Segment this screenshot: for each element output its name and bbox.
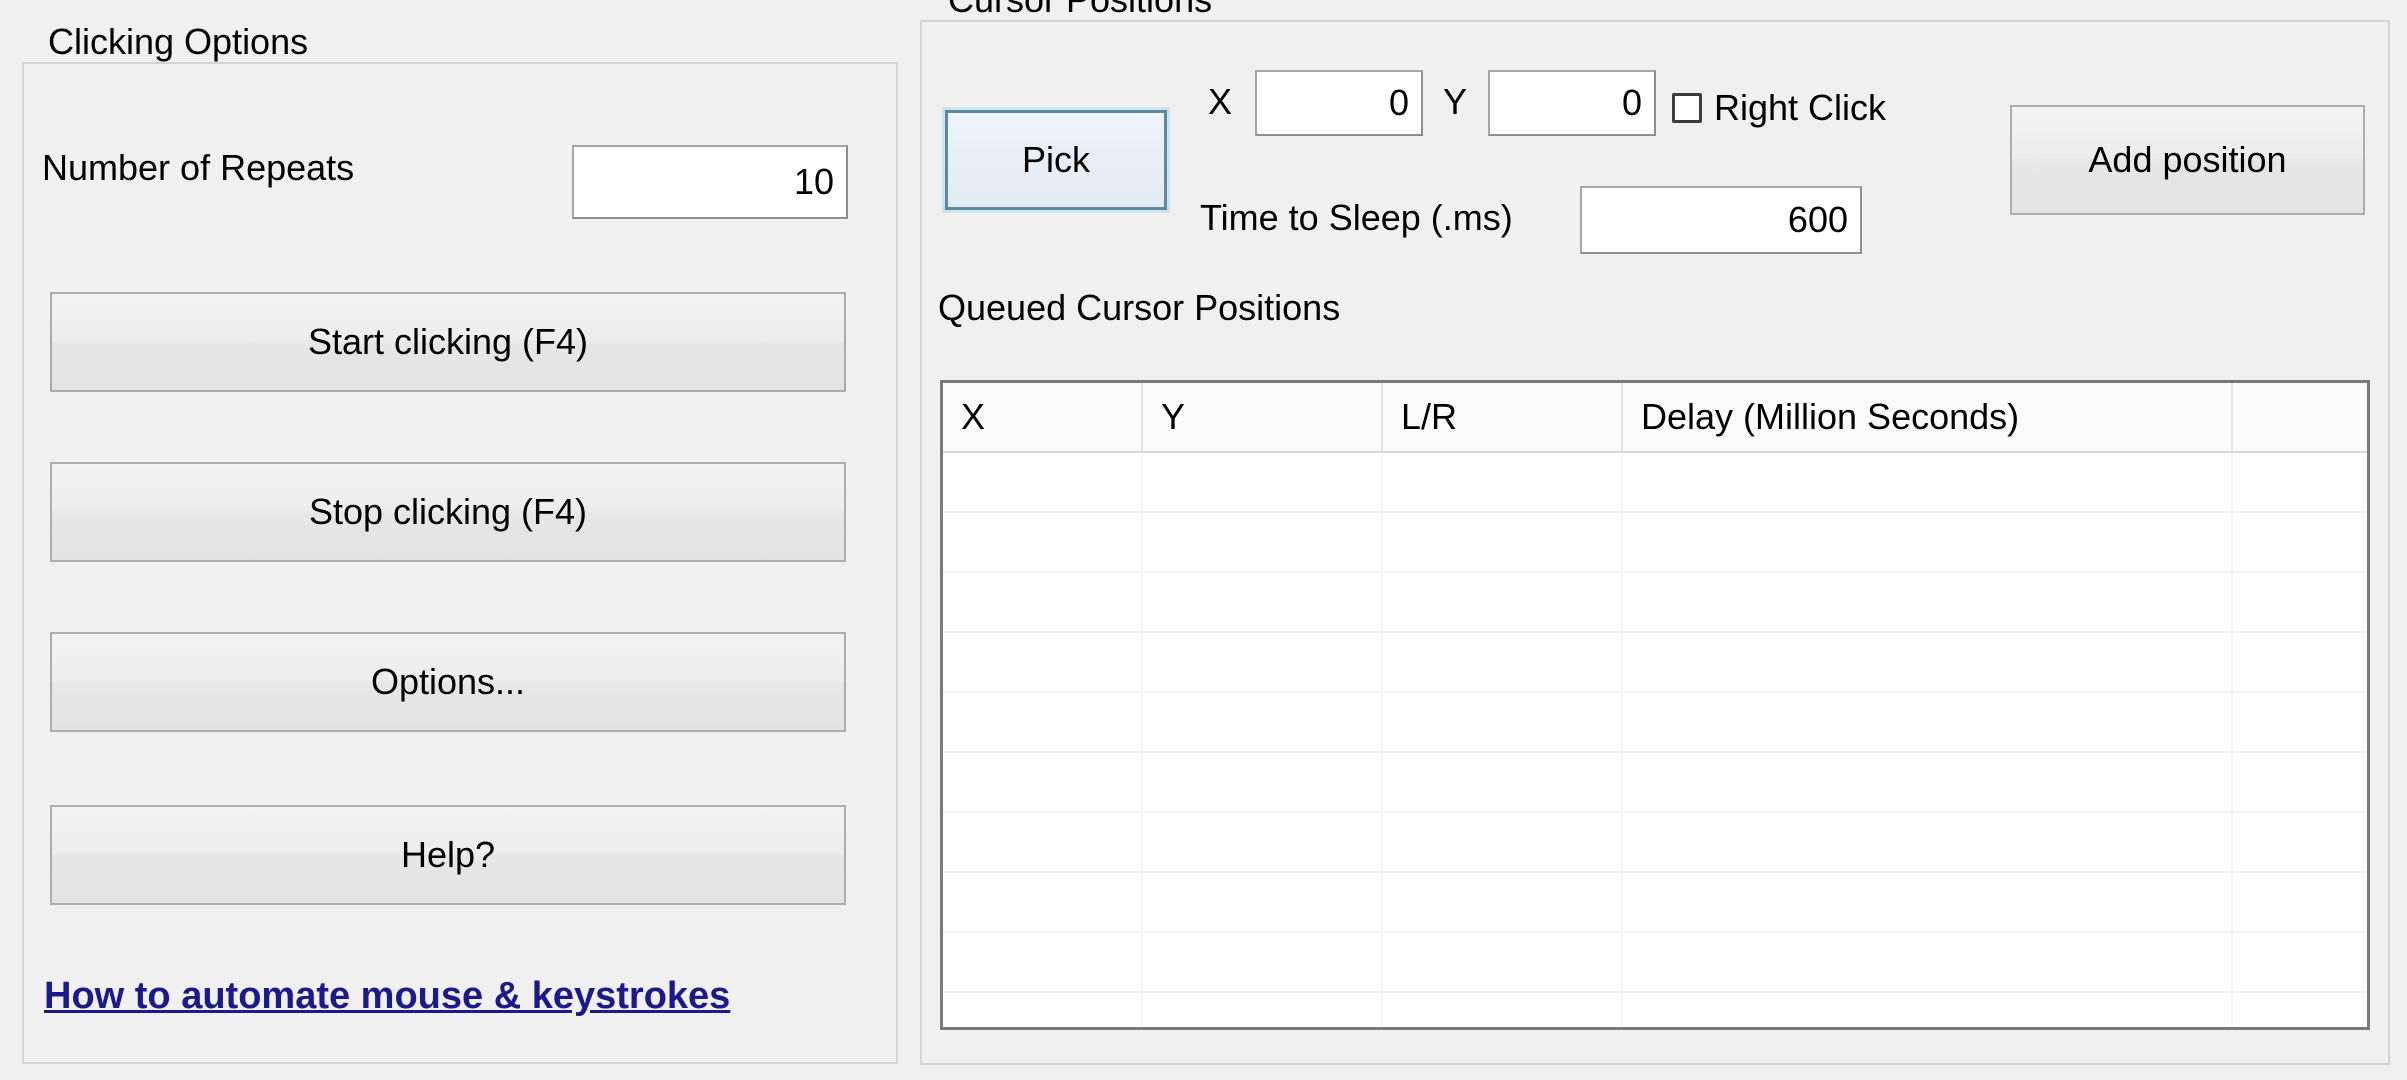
table-row[interactable]	[943, 453, 2367, 513]
table-cell[interactable]	[1623, 993, 2233, 1027]
table-row[interactable]	[943, 513, 2367, 573]
table-cell[interactable]	[1143, 753, 1383, 811]
table-cell[interactable]	[1383, 813, 1623, 871]
table-cell[interactable]	[943, 993, 1143, 1027]
table-row[interactable]	[943, 633, 2367, 693]
grid-body	[943, 453, 2367, 1027]
options-button[interactable]: Options...	[50, 632, 846, 732]
table-cell[interactable]	[943, 453, 1143, 511]
queued-cursor-positions-label: Queued Cursor Positions	[938, 287, 1341, 328]
table-cell[interactable]	[1623, 573, 2233, 631]
help-button[interactable]: Help?	[50, 805, 846, 905]
grid-column-header-y[interactable]: Y	[1143, 383, 1383, 451]
table-cell[interactable]	[1623, 453, 2233, 511]
grid-header-row: X Y L/R Delay (Million Seconds)	[943, 383, 2367, 453]
table-cell[interactable]	[1623, 813, 2233, 871]
x-field-label: X	[1208, 81, 1233, 122]
auto-clicker-window: Clicking Options Number of Repeats 10 St…	[0, 0, 2407, 1080]
y-field-label: Y	[1443, 81, 1468, 122]
table-cell[interactable]	[943, 813, 1143, 871]
table-row[interactable]	[943, 813, 2367, 873]
table-cell[interactable]	[943, 753, 1143, 811]
table-row[interactable]	[943, 933, 2367, 993]
add-position-button[interactable]: Add position	[2010, 105, 2365, 215]
table-row[interactable]	[943, 993, 2367, 1027]
y-coordinate-input[interactable]: 0	[1488, 70, 1656, 136]
checkbox-box-icon	[1672, 93, 1702, 123]
x-coordinate-input[interactable]: 0	[1255, 70, 1423, 136]
time-to-sleep-label: Time to Sleep (.ms)	[1200, 197, 1513, 238]
table-cell[interactable]	[1383, 573, 1623, 631]
table-cell[interactable]	[2233, 453, 2367, 511]
table-cell[interactable]	[1623, 873, 2233, 931]
time-to-sleep-input[interactable]: 600	[1580, 186, 1862, 254]
pick-button[interactable]: Pick	[945, 110, 1167, 210]
stop-clicking-button[interactable]: Stop clicking (F4)	[50, 462, 846, 562]
right-click-checkbox[interactable]: Right Click	[1672, 88, 1886, 128]
table-row[interactable]	[943, 753, 2367, 813]
start-clicking-button[interactable]: Start clicking (F4)	[50, 292, 846, 392]
grid-column-header-lr[interactable]: L/R	[1383, 383, 1623, 451]
right-click-checkbox-label: Right Click	[1714, 87, 1887, 128]
grid-column-header-x[interactable]: X	[943, 383, 1143, 451]
table-cell[interactable]	[943, 573, 1143, 631]
table-cell[interactable]	[1383, 753, 1623, 811]
table-cell[interactable]	[1143, 693, 1383, 751]
table-cell[interactable]	[1383, 513, 1623, 571]
table-cell[interactable]	[2233, 993, 2367, 1027]
table-cell[interactable]	[943, 933, 1143, 991]
grid-column-header-spacer[interactable]	[2233, 383, 2367, 451]
grid-column-header-delay[interactable]: Delay (Million Seconds)	[1623, 383, 2233, 451]
table-cell[interactable]	[1143, 933, 1383, 991]
table-cell[interactable]	[2233, 753, 2367, 811]
queued-cursor-positions-grid[interactable]: X Y L/R Delay (Million Seconds)	[940, 380, 2370, 1030]
number-of-repeats-label: Number of Repeats	[42, 147, 355, 188]
table-row[interactable]	[943, 873, 2367, 933]
table-cell[interactable]	[1383, 633, 1623, 691]
automate-mouse-keystrokes-link[interactable]: How to automate mouse & keystrokes	[44, 975, 730, 1017]
table-cell[interactable]	[1383, 993, 1623, 1027]
table-cell[interactable]	[1143, 993, 1383, 1027]
table-cell[interactable]	[2233, 633, 2367, 691]
clicking-options-legend: Clicking Options	[38, 22, 319, 62]
table-cell[interactable]	[1383, 693, 1623, 751]
table-cell[interactable]	[1623, 693, 2233, 751]
table-cell[interactable]	[1623, 633, 2233, 691]
table-cell[interactable]	[943, 693, 1143, 751]
table-cell[interactable]	[1143, 513, 1383, 571]
table-cell[interactable]	[2233, 573, 2367, 631]
table-cell[interactable]	[1623, 753, 2233, 811]
table-cell[interactable]	[2233, 693, 2367, 751]
table-cell[interactable]	[943, 873, 1143, 931]
table-cell[interactable]	[1143, 813, 1383, 871]
table-cell[interactable]	[1383, 453, 1623, 511]
table-cell[interactable]	[2233, 513, 2367, 571]
table-cell[interactable]	[1143, 873, 1383, 931]
table-cell[interactable]	[1623, 513, 2233, 571]
table-cell[interactable]	[2233, 873, 2367, 931]
table-cell[interactable]	[1143, 453, 1383, 511]
table-row[interactable]	[943, 693, 2367, 753]
table-row[interactable]	[943, 573, 2367, 633]
number-of-repeats-input[interactable]: 10	[572, 145, 848, 219]
table-cell[interactable]	[1143, 633, 1383, 691]
table-cell[interactable]	[1623, 933, 2233, 991]
table-cell[interactable]	[1143, 573, 1383, 631]
table-cell[interactable]	[2233, 933, 2367, 991]
table-cell[interactable]	[943, 633, 1143, 691]
table-cell[interactable]	[1383, 873, 1623, 931]
table-cell[interactable]	[1383, 933, 1623, 991]
table-cell[interactable]	[2233, 813, 2367, 871]
table-cell[interactable]	[943, 513, 1143, 571]
cursor-positions-legend: Cursor Positions	[938, 0, 1223, 20]
